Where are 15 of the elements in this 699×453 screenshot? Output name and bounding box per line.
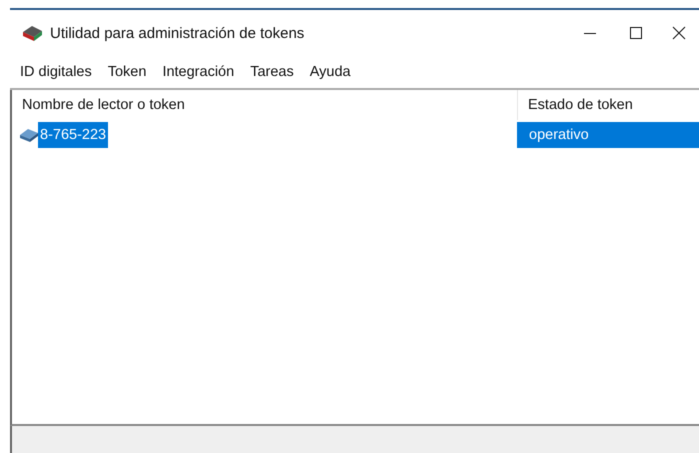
token-status: operativo xyxy=(517,122,699,148)
menu-item[interactable]: Ayuda xyxy=(302,64,359,80)
menu-item[interactable]: Tareas xyxy=(242,64,302,80)
token-reader-icon xyxy=(20,24,44,42)
maximize-icon xyxy=(629,26,643,40)
token-name[interactable]: 8-765-223 xyxy=(38,122,108,148)
menu-item[interactable]: ID digitales xyxy=(12,64,100,80)
token-icon xyxy=(18,127,40,143)
column-header[interactable]: Nombre de lector o token xyxy=(12,90,517,120)
close-icon xyxy=(672,26,686,40)
menu-item[interactable]: Integración xyxy=(154,64,242,80)
minimize-icon xyxy=(584,32,596,34)
menu-item[interactable]: Token xyxy=(100,64,154,80)
window-title: Utilidad para administración de tokens xyxy=(50,24,306,42)
column-header[interactable]: Estado de token xyxy=(517,90,699,120)
